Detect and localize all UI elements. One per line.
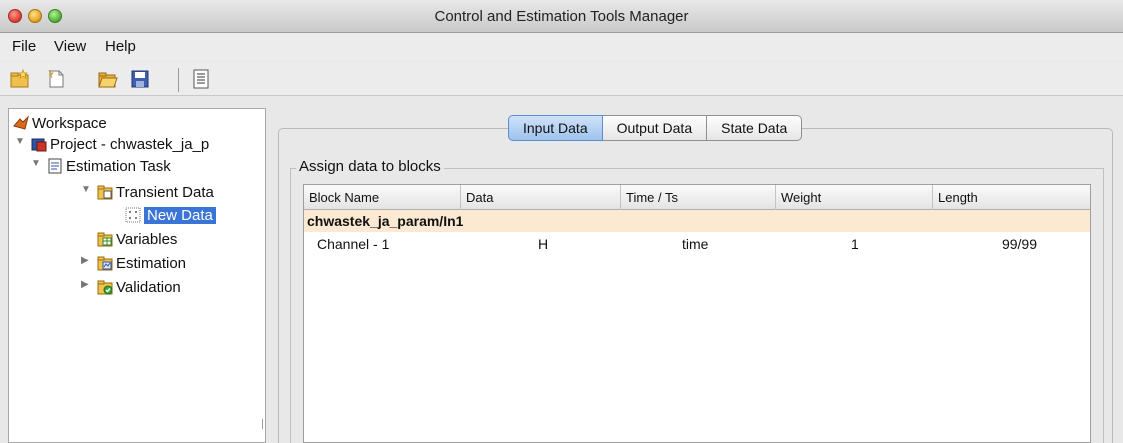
expand-triangle-icon[interactable]: ▶ <box>81 255 89 266</box>
toolbar <box>0 62 1123 96</box>
menu-view[interactable]: View <box>54 38 86 55</box>
cell-length[interactable]: 99/99 <box>987 233 1037 255</box>
tree-item-variables[interactable]: Variables <box>97 229 177 251</box>
tree-item-workspace[interactable]: Workspace <box>13 113 107 135</box>
block-assignment-table[interactable]: Block Name Data Time / Ts Weight Length … <box>303 184 1091 443</box>
column-header-block-name[interactable]: Block Name <box>304 185 461 210</box>
new-task-icon[interactable] <box>46 69 66 89</box>
column-header-weight[interactable]: Weight <box>776 185 933 210</box>
toolbar-separator <box>178 68 179 92</box>
block-row[interactable]: chwastek_ja_param/In1 <box>304 210 1090 232</box>
splitter-handle[interactable] <box>262 419 266 429</box>
new-project-icon[interactable] <box>10 68 30 89</box>
cell-data[interactable]: H <box>538 233 548 255</box>
menu-file[interactable]: File <box>12 38 36 55</box>
title-bar: Control and Estimation Tools Manager <box>0 0 1123 33</box>
tree-label-estimation: Estimation <box>116 255 187 272</box>
menu-help[interactable]: Help <box>105 38 136 55</box>
collapse-triangle-icon[interactable]: ▼ <box>15 136 25 147</box>
tree-item-validation[interactable]: Validation <box>97 277 181 299</box>
tree-item-transient-data[interactable]: Transient Data <box>97 182 214 204</box>
column-header-length[interactable]: Length <box>933 185 1090 210</box>
matlab-logo-icon <box>13 115 29 131</box>
tree-item-estimation[interactable]: Estimation <box>97 253 186 275</box>
data-set-icon <box>125 207 141 223</box>
tree-label-estimation-task: Estimation Task <box>66 158 171 175</box>
column-header-data[interactable]: Data <box>461 185 621 210</box>
tree-label-transient-data: Transient Data <box>116 184 214 201</box>
open-folder-icon[interactable] <box>98 69 118 89</box>
tree-label-variables: Variables <box>116 231 178 248</box>
save-icon[interactable] <box>130 69 150 89</box>
validation-folder-icon <box>97 279 113 295</box>
task-icon <box>47 158 63 174</box>
tree-label-workspace: Workspace <box>32 115 107 132</box>
tab-state-data[interactable]: State Data <box>707 115 803 141</box>
collapse-triangle-icon[interactable]: ▼ <box>31 158 41 169</box>
tab-output-data[interactable]: Output Data <box>602 115 708 141</box>
collapse-triangle-icon[interactable]: ▼ <box>81 184 91 195</box>
tree-item-estimation-task[interactable]: Estimation Task <box>47 156 171 178</box>
expand-triangle-icon[interactable]: ▶ <box>81 279 89 290</box>
cell-time[interactable]: time <box>682 233 708 255</box>
cell-weight[interactable]: 1 <box>851 233 859 255</box>
tree-label-project: Project - chwastek_ja_p <box>50 136 210 153</box>
data-folder-icon <box>97 184 113 200</box>
data-tabs: Input Data Output Data State Data <box>508 115 803 141</box>
tree-label-validation: Validation <box>116 279 181 296</box>
tab-input-data[interactable]: Input Data <box>508 115 603 141</box>
group-title: Assign data to blocks <box>296 158 444 175</box>
project-tree[interactable]: Workspace ▼ Project - chwastek_ja_p ▼ Es… <box>8 108 266 443</box>
tree-item-new-data[interactable]: New Data <box>125 205 216 227</box>
table-header: Block Name Data Time / Ts Weight Length <box>304 185 1090 210</box>
cell-block-name[interactable]: Channel - 1 <box>317 233 389 255</box>
variables-folder-icon <box>97 231 113 247</box>
tree-item-project[interactable]: Project - chwastek_ja_p <box>31 134 209 156</box>
column-header-time[interactable]: Time / Ts <box>621 185 776 210</box>
project-icon <box>31 136 47 152</box>
estimation-folder-icon <box>97 255 113 271</box>
menu-bar: File View Help <box>0 33 1123 61</box>
tree-label-new-data: New Data <box>144 207 216 224</box>
properties-icon[interactable] <box>191 69 211 89</box>
window-title: Control and Estimation Tools Manager <box>434 8 689 25</box>
